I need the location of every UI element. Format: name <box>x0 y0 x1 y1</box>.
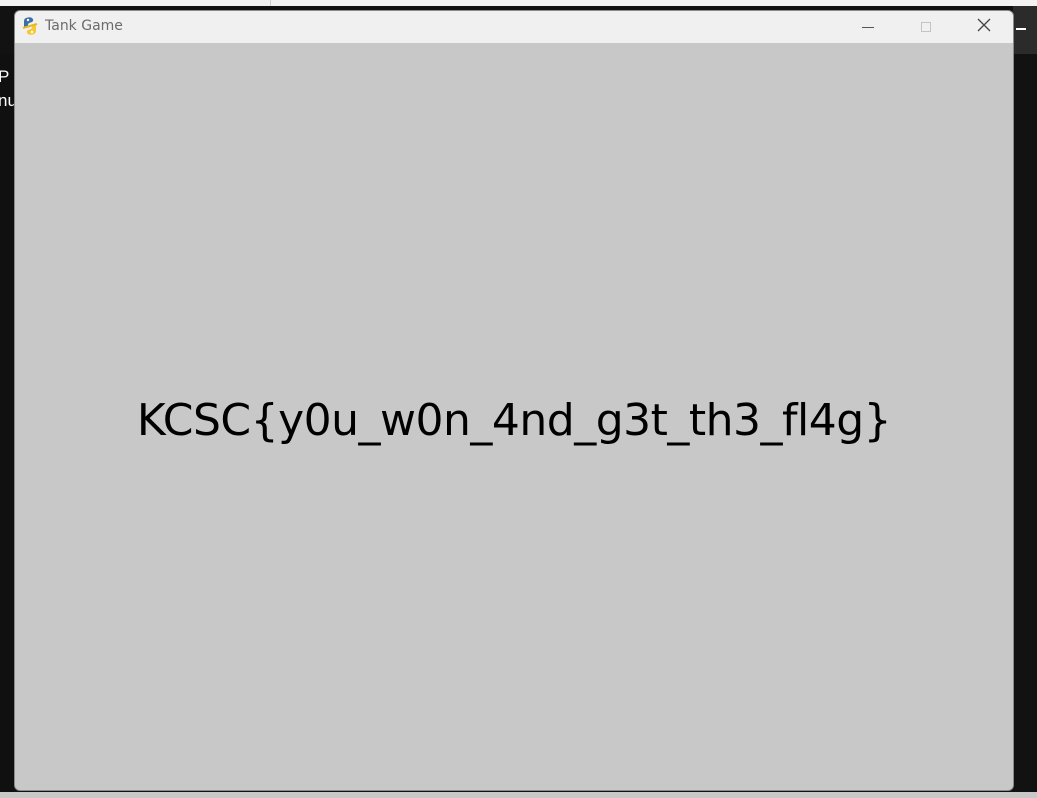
window-title: Tank Game <box>45 18 123 34</box>
background-tab <box>0 0 271 6</box>
background-text-line-2: nu <box>0 91 14 110</box>
pygame-snake-icon <box>20 16 40 36</box>
game-canvas[interactable]: KCSC{y0u_w0n_4nd_g3t_th3_fl4g} <box>15 43 1013 790</box>
background-left-panel <box>0 54 14 798</box>
background-bottom-strip <box>0 792 1037 798</box>
background-app-bar <box>1013 6 1037 54</box>
minimize-button[interactable] <box>839 11 897 43</box>
maximize-button[interactable] <box>897 11 955 43</box>
tank-game-window: Tank Game KCSC{y0u_w0n_4nd_g3t_th3_fl4g} <box>14 10 1014 791</box>
close-icon <box>977 18 991 37</box>
background-minimize-icon <box>1016 28 1026 30</box>
background-window-strip <box>0 0 1037 6</box>
title-bar[interactable]: Tank Game <box>15 11 1013 43</box>
background-text-line-1: P <box>0 67 10 86</box>
maximize-icon <box>921 22 931 32</box>
close-button[interactable] <box>955 11 1013 43</box>
minimize-icon <box>862 26 874 28</box>
flag-message: KCSC{y0u_w0n_4nd_g3t_th3_fl4g} <box>136 395 892 446</box>
